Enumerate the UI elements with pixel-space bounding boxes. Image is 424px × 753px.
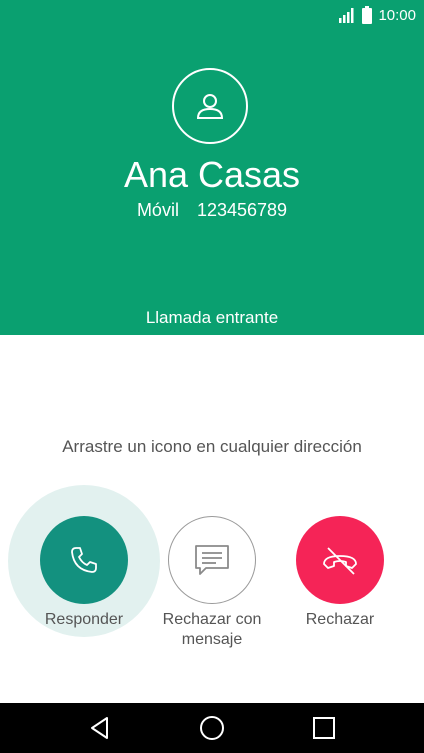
- contact-name: Ana Casas: [123, 154, 301, 195]
- contact-type: Móvil: [136, 200, 179, 220]
- status-bar: 10:00: [338, 6, 416, 24]
- hang-up-icon: [323, 547, 357, 575]
- contact-number: 123456789: [196, 200, 288, 220]
- recents-icon: [313, 717, 335, 739]
- person-icon: [196, 94, 224, 119]
- answer-label: Responder: [44, 611, 124, 628]
- signal-icon: [339, 8, 354, 23]
- back-button[interactable]: [85, 713, 115, 743]
- phone-icon: [71, 547, 97, 573]
- drag-hint: Arrastre un icono en cualquier dirección: [62, 437, 362, 456]
- reject-label: Rechazar: [305, 611, 375, 628]
- recents-button[interactable]: [309, 713, 339, 743]
- call-state: Llamada entrante: [145, 308, 279, 327]
- reject-with-message-label: Rechazar con mensaje: [162, 611, 262, 648]
- reject-button[interactable]: [296, 516, 384, 604]
- reject-with-message-button[interactable]: [168, 516, 256, 604]
- battery-icon: [362, 6, 373, 24]
- contact-avatar: [172, 68, 248, 144]
- back-icon: [91, 717, 108, 739]
- caller-header: 10:00 Ana Casas Móvil 123456789 Llamada e…: [0, 0, 424, 335]
- home-icon: [200, 716, 224, 740]
- answer-button[interactable]: [40, 516, 128, 604]
- navigation-bar: [0, 703, 424, 753]
- contact-details: Móvil 123456789: [0, 200, 424, 221]
- message-icon: [195, 545, 229, 575]
- status-time: 10:00: [378, 6, 416, 24]
- home-button[interactable]: [197, 713, 227, 743]
